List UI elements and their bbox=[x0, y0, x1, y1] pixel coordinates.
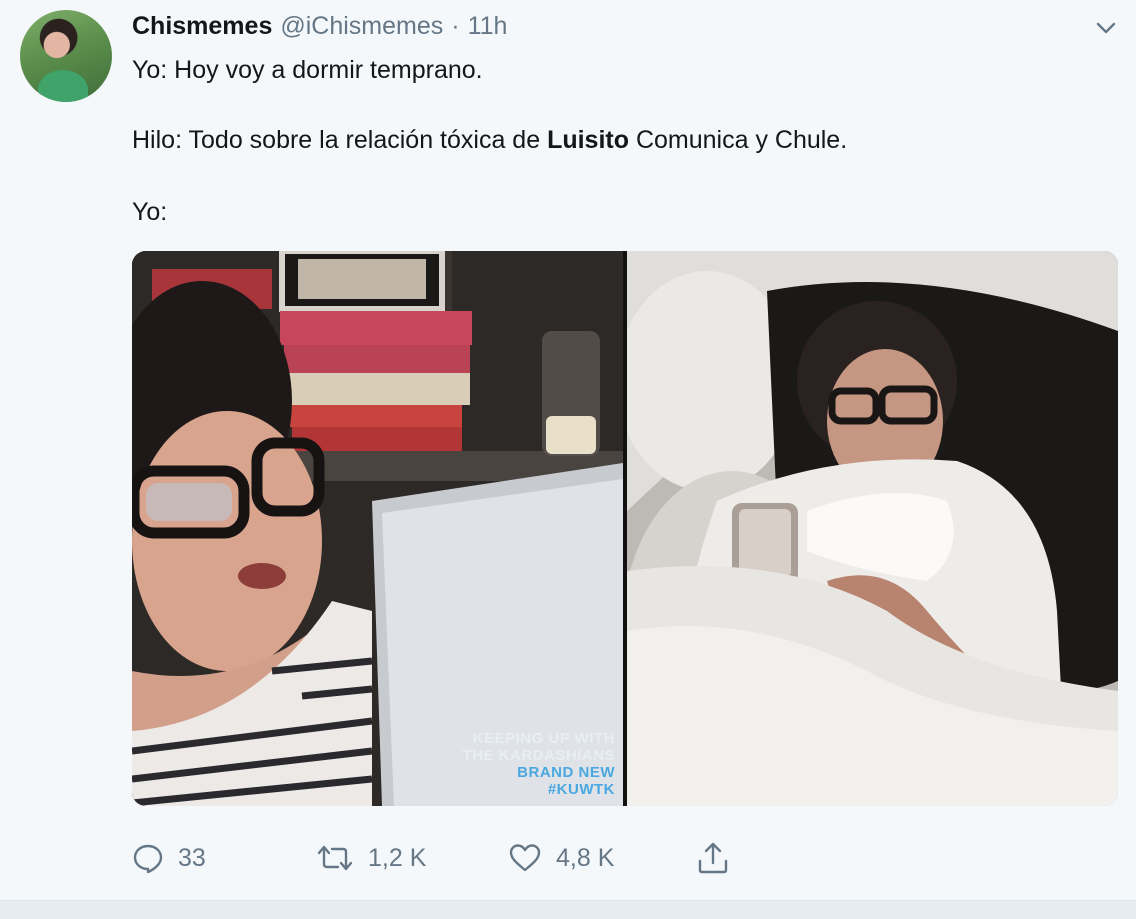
avatar-shirt bbox=[38, 70, 88, 102]
author-name[interactable]: Chismemes bbox=[132, 12, 272, 41]
tweet-card[interactable]: Chismemes @iChismemes · 11h Yo: Hoy voy … bbox=[0, 0, 1136, 900]
media-image-right[interactable] bbox=[627, 251, 1118, 806]
tweet-text-2b: Comunica y Chule. bbox=[629, 126, 848, 154]
meme-photo-right bbox=[627, 251, 1118, 806]
share-button[interactable] bbox=[696, 836, 730, 880]
watermark-line-2: THE KARDASHIANS bbox=[462, 747, 615, 764]
tweet-media[interactable]: KEEPING UP WITH THE KARDASHIANS BRAND NE… bbox=[132, 251, 1118, 806]
heart-icon bbox=[508, 842, 542, 874]
author-handle[interactable]: @iChismemes bbox=[280, 12, 443, 41]
tweet-text-line-3: Yo: bbox=[132, 198, 167, 227]
watermark-line-3: BRAND NEW bbox=[517, 764, 615, 781]
show-watermark: KEEPING UP WITH THE KARDASHIANS BRAND NE… bbox=[462, 730, 615, 798]
like-button[interactable]: 4,8 K bbox=[508, 836, 614, 880]
watermark-line-4: #KUWTK bbox=[547, 781, 615, 798]
bottom-divider bbox=[0, 900, 1136, 919]
reply-icon bbox=[132, 842, 164, 874]
meme-photo-left bbox=[132, 251, 623, 806]
share-icon bbox=[696, 841, 730, 875]
chevron-down-icon[interactable] bbox=[1092, 14, 1120, 42]
retweet-button[interactable]: 1,2 K bbox=[316, 836, 426, 880]
reply-button[interactable]: 33 bbox=[132, 836, 206, 880]
meta-separator: · bbox=[451, 12, 460, 40]
retweet-count: 1,2 K bbox=[368, 843, 427, 872]
tweet-actions: 33 1,2 K 4,8 K bbox=[132, 836, 752, 880]
watermark-line-1: KEEPING UP WITH bbox=[472, 730, 615, 747]
like-count: 4,8 K bbox=[556, 843, 615, 872]
media-image-left[interactable]: KEEPING UP WITH THE KARDASHIANS BRAND NE… bbox=[132, 251, 623, 806]
tweet-text-line-1: Yo: Hoy voy a dormir temprano. bbox=[132, 56, 483, 85]
retweet-icon bbox=[316, 842, 354, 874]
tweet-text-2a: Hilo: Todo sobre la relación tóxica de bbox=[132, 126, 548, 154]
tweet-header: Chismemes @iChismemes · 11h bbox=[132, 12, 507, 44]
tweet-text-2-bold: Luisito bbox=[547, 126, 629, 154]
tweet-time[interactable]: 11h bbox=[468, 12, 508, 41]
tweet-text-3: Yo: bbox=[132, 198, 168, 226]
tweet-text-line-2: Hilo: Todo sobre la relación tóxica de L… bbox=[132, 126, 847, 155]
avatar[interactable] bbox=[20, 10, 112, 102]
tweet-text-1: Yo: Hoy voy a dormir temprano. bbox=[132, 56, 483, 84]
reply-count: 33 bbox=[178, 843, 206, 872]
